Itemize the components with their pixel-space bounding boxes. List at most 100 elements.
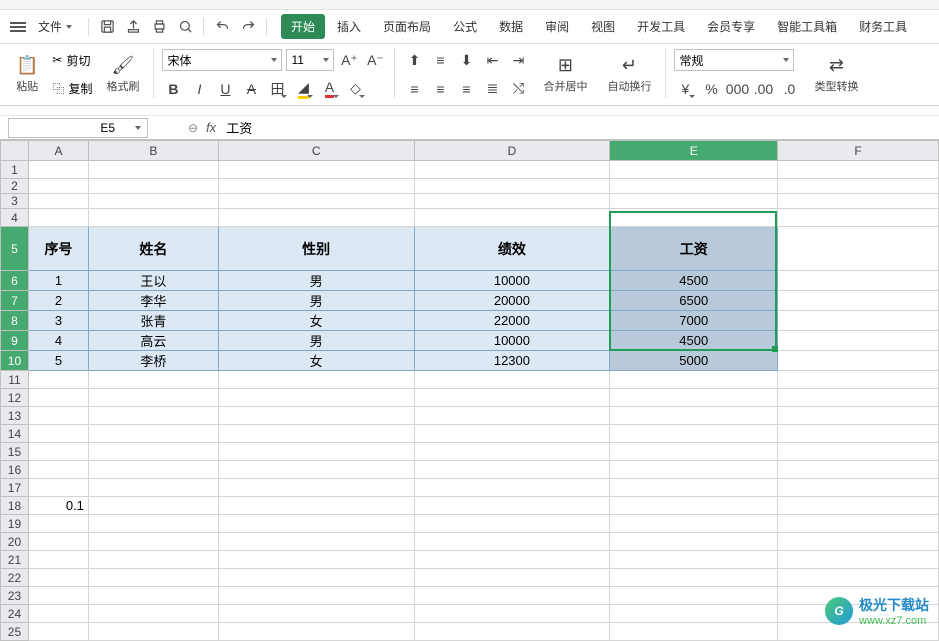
align-right-icon[interactable]: ≡	[455, 78, 477, 100]
cell[interactable]	[28, 371, 88, 389]
row-header-21[interactable]: 21	[1, 551, 29, 569]
column-header-D[interactable]: D	[414, 141, 610, 161]
cell[interactable]	[414, 551, 610, 569]
highlight-button[interactable]: ◇	[344, 78, 366, 100]
indent-increase-icon[interactable]: ⇥	[507, 49, 529, 71]
row-header-25[interactable]: 25	[1, 623, 29, 641]
cell[interactable]	[778, 161, 939, 179]
cell[interactable]	[778, 389, 939, 407]
copy-button[interactable]: ⿻复制	[52, 80, 92, 97]
align-bottom-icon[interactable]: ⬇	[455, 49, 477, 71]
row-header-22[interactable]: 22	[1, 569, 29, 587]
cell[interactable]	[610, 425, 778, 443]
cell[interactable]	[28, 179, 88, 194]
cell[interactable]	[218, 623, 414, 641]
cell[interactable]	[610, 407, 778, 425]
cell[interactable]	[778, 497, 939, 515]
cell[interactable]	[414, 533, 610, 551]
cell[interactable]	[610, 479, 778, 497]
cell[interactable]	[778, 209, 939, 227]
cell[interactable]	[28, 587, 88, 605]
tab-smart-tools[interactable]: 智能工具箱	[767, 14, 847, 39]
cell[interactable]	[610, 551, 778, 569]
column-header-C[interactable]: C	[218, 141, 414, 161]
cell[interactable]	[218, 515, 414, 533]
cell[interactable]	[218, 425, 414, 443]
cell[interactable]: 姓名	[88, 227, 218, 271]
row-header-1[interactable]: 1	[1, 161, 29, 179]
cell[interactable]	[88, 161, 218, 179]
cell[interactable]	[778, 194, 939, 209]
cell[interactable]: 10000	[414, 331, 610, 351]
cell[interactable]	[218, 587, 414, 605]
cell[interactable]	[778, 425, 939, 443]
cell[interactable]	[778, 179, 939, 194]
cell[interactable]	[218, 161, 414, 179]
row-header-7[interactable]: 7	[1, 291, 29, 311]
cell[interactable]: 0.1	[28, 497, 88, 515]
cell[interactable]: 10000	[414, 271, 610, 291]
cell[interactable]: 男	[218, 291, 414, 311]
cell[interactable]	[88, 179, 218, 194]
cell[interactable]	[610, 623, 778, 641]
cell[interactable]	[778, 443, 939, 461]
cell[interactable]	[28, 623, 88, 641]
cell[interactable]	[28, 209, 88, 227]
text-orientation-icon[interactable]: ⤭	[507, 78, 529, 100]
cell-reference-input[interactable]	[15, 121, 115, 135]
cell[interactable]: 12300	[414, 351, 610, 371]
increase-decimal-button[interactable]: .00	[752, 78, 774, 100]
cell[interactable]	[218, 371, 414, 389]
cell[interactable]	[88, 551, 218, 569]
cell[interactable]	[778, 351, 939, 371]
cell[interactable]	[218, 209, 414, 227]
row-header-10[interactable]: 10	[1, 351, 29, 371]
cell[interactable]	[414, 371, 610, 389]
cell[interactable]	[218, 443, 414, 461]
cell[interactable]	[218, 461, 414, 479]
paste-button[interactable]: 📋 粘贴	[12, 53, 42, 96]
zoom-out-icon[interactable]: ⊖	[188, 121, 198, 135]
cell[interactable]	[610, 569, 778, 587]
cell[interactable]	[88, 371, 218, 389]
spreadsheet-grid[interactable]: A B C D E F 1 2 3 4 5 序号 姓名 性别 绩效 工资 6 1…	[0, 140, 939, 641]
cell[interactable]	[778, 331, 939, 351]
cell[interactable]	[414, 389, 610, 407]
tab-member[interactable]: 会员专享	[697, 14, 765, 39]
cell[interactable]: 序号	[28, 227, 88, 271]
decrease-font-icon[interactable]: A⁻	[364, 49, 386, 71]
cell[interactable]	[778, 479, 939, 497]
select-all-corner[interactable]	[1, 141, 29, 161]
cell[interactable]	[88, 587, 218, 605]
cell[interactable]	[218, 479, 414, 497]
cell[interactable]	[218, 551, 414, 569]
cell[interactable]: 5	[28, 351, 88, 371]
row-header-8[interactable]: 8	[1, 311, 29, 331]
cell[interactable]	[610, 371, 778, 389]
tab-insert[interactable]: 插入	[327, 14, 371, 39]
cell[interactable]	[218, 179, 414, 194]
column-header-F[interactable]: F	[778, 141, 939, 161]
tab-start[interactable]: 开始	[281, 14, 325, 39]
cell[interactable]	[28, 461, 88, 479]
format-painter-button[interactable]: 🖌 格式刷	[102, 53, 143, 96]
cell[interactable]	[610, 194, 778, 209]
comma-style-button[interactable]: 000	[726, 78, 748, 100]
cell[interactable]: 女	[218, 311, 414, 331]
cell[interactable]	[88, 605, 218, 623]
cell[interactable]	[610, 161, 778, 179]
name-box[interactable]	[8, 118, 148, 138]
row-header-16[interactable]: 16	[1, 461, 29, 479]
cell[interactable]	[414, 407, 610, 425]
cell[interactable]	[88, 623, 218, 641]
cell[interactable]: 李桥	[88, 351, 218, 371]
column-header-E[interactable]: E	[610, 141, 778, 161]
row-header-19[interactable]: 19	[1, 515, 29, 533]
cell[interactable]	[218, 389, 414, 407]
cell[interactable]	[218, 605, 414, 623]
merge-center-button[interactable]: ⊞ 合并居中	[539, 53, 591, 96]
cell[interactable]	[88, 443, 218, 461]
row-header-6[interactable]: 6	[1, 271, 29, 291]
cell[interactable]	[778, 291, 939, 311]
cell[interactable]: 2	[28, 291, 88, 311]
